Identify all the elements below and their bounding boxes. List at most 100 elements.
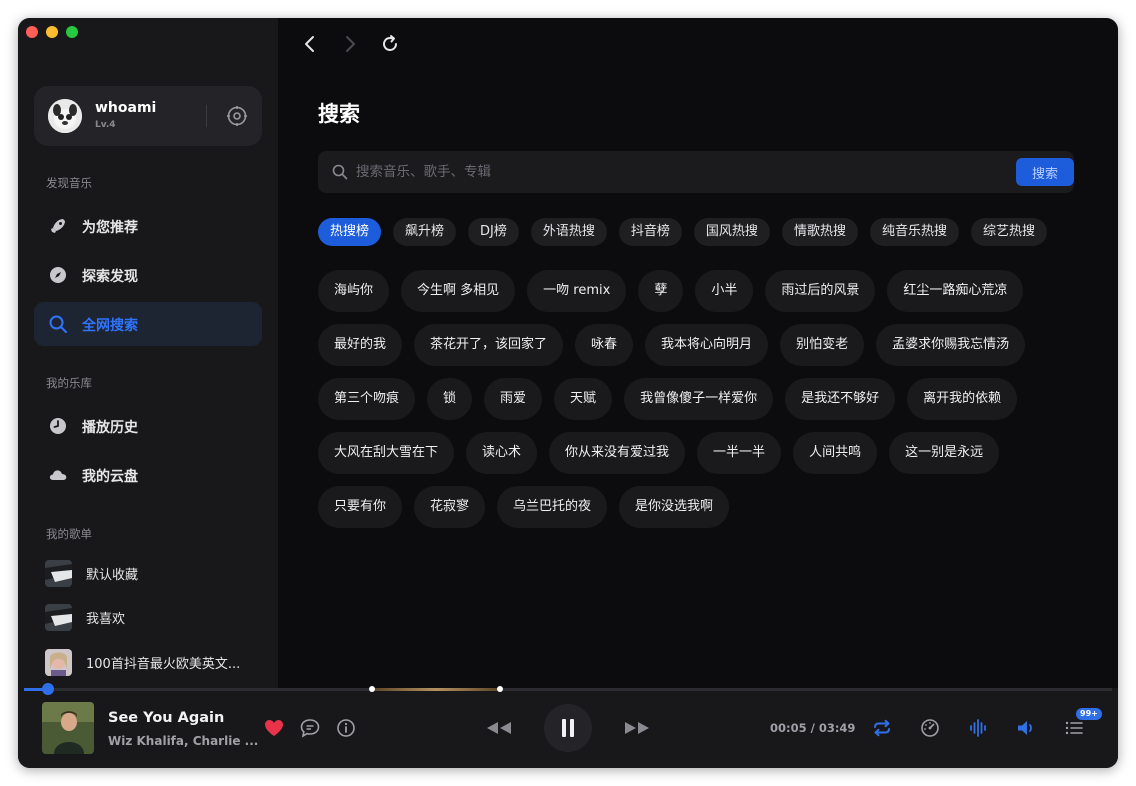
song-title[interactable]: See You Again — [108, 710, 224, 726]
tab-chart[interactable]: 纯音乐热搜 — [869, 218, 959, 246]
playlist-item-liked[interactable]: 我喜欢 — [45, 602, 270, 632]
sidebar-item-label: 为您推荐 — [82, 220, 138, 236]
comments-button[interactable] — [298, 716, 322, 740]
hot-search-chip[interactable]: 茶花开了，该回家了 — [414, 324, 564, 366]
rewind-icon — [487, 722, 511, 734]
hot-search-chip[interactable]: 小半 — [695, 270, 754, 312]
speedometer-icon — [921, 719, 939, 737]
back-button[interactable] — [298, 32, 322, 56]
next-button[interactable] — [622, 716, 652, 740]
sidebar-item-cloud[interactable]: 我的云盘 — [34, 453, 262, 497]
hot-search-chip[interactable]: 雨过后的风景 — [765, 270, 876, 312]
sidebar-item-label: 播放历史 — [82, 420, 138, 436]
hot-search-chip[interactable]: 这一别是永远 — [889, 432, 1000, 474]
hot-search-chip[interactable]: 雨爱 — [484, 378, 543, 420]
hot-search-chip[interactable]: 天赋 — [554, 378, 613, 420]
maximize-window-button[interactable] — [66, 26, 78, 38]
hot-search-chip[interactable]: 海屿你 — [318, 270, 390, 312]
fast-forward-icon — [625, 722, 649, 734]
like-button[interactable] — [262, 716, 286, 740]
hot-search-chip[interactable]: 人间共鸣 — [793, 432, 878, 474]
hot-search-chip[interactable]: 乌兰巴托的夜 — [497, 486, 608, 528]
user-profile-card[interactable]: whoami Lv.4 — [34, 86, 262, 146]
search-input[interactable] — [356, 161, 996, 183]
main-content: 搜索 搜索 热搜榜飙升榜DJ榜外语热搜抖音榜国风热搜情歌热搜纯音乐热搜综艺热搜 … — [278, 18, 1118, 688]
playlist-item-favorites[interactable]: 默认收藏 — [45, 558, 270, 588]
progress-bar[interactable] — [24, 688, 1112, 691]
hot-search-chip[interactable]: 孟婆求你赐我忘情汤 — [876, 324, 1026, 366]
gear-icon — [227, 106, 247, 126]
tab-chart[interactable]: 外语热搜 — [530, 218, 607, 246]
hot-search-chip[interactable]: 读心术 — [466, 432, 538, 474]
album-cover[interactable] — [42, 702, 94, 754]
hot-search-chip[interactable]: 是我还不够好 — [785, 378, 896, 420]
close-window-button[interactable] — [26, 26, 38, 38]
hot-search-chip[interactable]: 红尘一路痴心荒凉 — [887, 270, 1024, 312]
avatar[interactable] — [48, 99, 82, 133]
settings-button[interactable] — [226, 105, 248, 127]
tab-chart[interactable]: 抖音榜 — [618, 218, 682, 246]
hot-search-chip[interactable]: 我曾像傻子一样爱你 — [624, 378, 774, 420]
hot-search-chip[interactable]: 孽 — [638, 270, 684, 312]
tab-chart[interactable]: 综艺热搜 — [970, 218, 1047, 246]
hot-search-chip[interactable]: 离开我的依赖 — [907, 378, 1018, 420]
tab-chart[interactable]: 情歌热搜 — [781, 218, 858, 246]
volume-icon — [1018, 721, 1032, 735]
previous-button[interactable] — [484, 716, 514, 740]
playlist-cover — [45, 604, 72, 631]
playlist-label: 我喜欢 — [86, 612, 126, 627]
hot-search-chip[interactable]: 只要有你 — [318, 486, 403, 528]
section-title-discover: 发现音乐 — [46, 176, 92, 190]
playback-speed-button[interactable] — [918, 716, 942, 740]
rocket-icon — [51, 219, 65, 233]
minimize-window-button[interactable] — [46, 26, 58, 38]
hot-search-chip[interactable]: 是你没选我啊 — [619, 486, 730, 528]
refresh-button[interactable] — [378, 32, 402, 56]
song-info-button[interactable] — [334, 716, 358, 740]
page-title: 搜索 — [318, 102, 360, 126]
playlist-label: 默认收藏 — [86, 568, 139, 583]
play-pause-button[interactable] — [544, 704, 592, 752]
hot-search-chip[interactable]: 一吻 remix — [527, 270, 627, 312]
hot-search-chip[interactable]: 大风在刮大雪在下 — [318, 432, 455, 474]
hot-search-chip[interactable]: 锁 — [427, 378, 473, 420]
sidebar-item-recommend[interactable]: 为您推荐 — [34, 204, 262, 248]
hot-search-chip[interactable]: 别怕变老 — [780, 324, 865, 366]
hot-search-chip[interactable]: 你从来没有爱过我 — [549, 432, 686, 474]
sidebar: whoami Lv.4 发现音乐 为您推荐 探索发现 全网搜索 我的乐库 播放历… — [18, 18, 278, 688]
hot-search-chip[interactable]: 我本将心向明月 — [645, 324, 769, 366]
app-window: whoami Lv.4 发现音乐 为您推荐 探索发现 全网搜索 我的乐库 播放历… — [18, 18, 1118, 768]
tab-chart[interactable]: 热搜榜 — [318, 218, 382, 246]
search-button[interactable]: 搜索 — [1016, 158, 1074, 186]
playlist-cover — [45, 560, 72, 587]
volume-button[interactable] — [1014, 716, 1038, 740]
repeat-mode-button[interactable] — [870, 716, 894, 740]
sidebar-item-explore[interactable]: 探索发现 — [34, 253, 262, 297]
playlist-item-douyin-top100[interactable]: 100首抖音最火欧美英文... — [45, 647, 270, 677]
search-icon — [49, 315, 67, 333]
clock-icon — [50, 418, 66, 434]
waveform-icon — [970, 719, 986, 737]
hot-search-chip[interactable]: 咏春 — [575, 324, 634, 366]
cloud-icon — [49, 470, 67, 480]
hot-search-chip[interactable]: 一半一半 — [697, 432, 782, 474]
sidebar-item-search[interactable]: 全网搜索 — [34, 302, 262, 346]
progress-marker — [497, 686, 503, 692]
hot-search-chip[interactable]: 花寂寥 — [414, 486, 486, 528]
tab-chart[interactable]: DJ榜 — [468, 218, 519, 246]
sidebar-item-history[interactable]: 播放历史 — [34, 404, 262, 448]
lyrics-effect-button[interactable] — [966, 716, 990, 740]
hot-search-chip[interactable]: 今生啊 多相见 — [401, 270, 516, 312]
info-icon — [337, 719, 355, 737]
sidebar-item-label: 我的云盘 — [82, 469, 138, 485]
progress-highlight-segment — [372, 688, 500, 691]
tab-chart[interactable]: 国风热搜 — [693, 218, 770, 246]
hot-search-chip[interactable]: 第三个吻痕 — [318, 378, 416, 420]
progress-handle[interactable] — [42, 683, 54, 695]
pause-icon — [562, 719, 574, 737]
hot-search-chip[interactable]: 最好的我 — [318, 324, 403, 366]
user-name: whoami — [95, 100, 157, 116]
song-artist[interactable]: Wiz Khalifa, Charlie ... — [108, 734, 258, 748]
forward-button[interactable] — [338, 32, 362, 56]
tab-chart[interactable]: 飙升榜 — [393, 218, 457, 246]
